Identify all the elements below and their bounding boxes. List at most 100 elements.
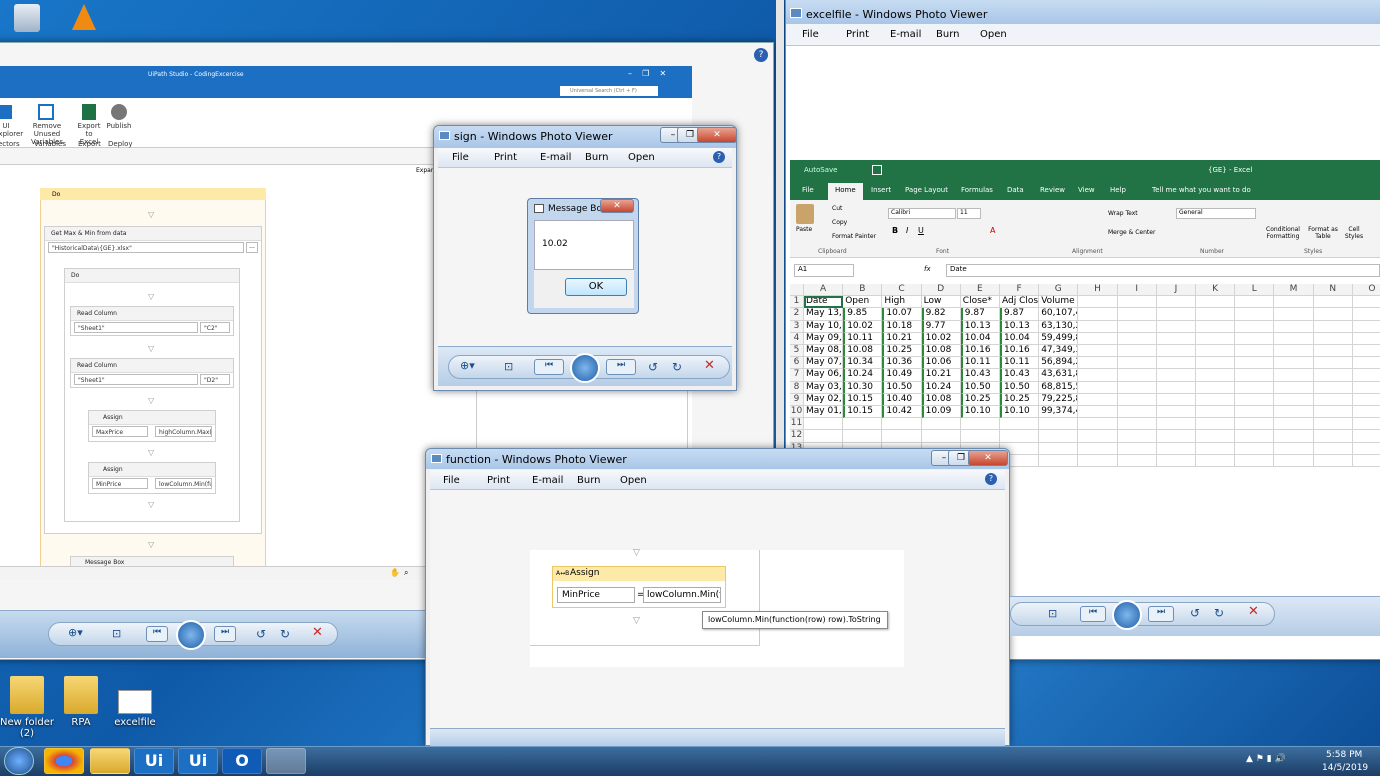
file-path-input[interactable]: "HistoricalData\{GE}.xlsx": [48, 242, 244, 253]
table-cell[interactable]: 10.08: [921, 345, 961, 358]
table-cell[interactable]: [1078, 345, 1118, 358]
row-header[interactable]: 8: [790, 381, 804, 394]
table-cell[interactable]: [1313, 320, 1353, 333]
close-button[interactable]: ✕: [697, 127, 737, 143]
font-size-select[interactable]: 11: [957, 208, 981, 219]
table-cell[interactable]: [1313, 393, 1353, 406]
table-cell[interactable]: [1196, 345, 1236, 358]
zoom-icon[interactable]: ⊕▾: [68, 626, 83, 639]
table-cell[interactable]: [1274, 454, 1314, 467]
previous-icon[interactable]: ⏮: [146, 626, 168, 642]
column-header[interactable]: K: [1196, 284, 1236, 297]
italic-button[interactable]: I: [906, 226, 908, 235]
table-cell[interactable]: [1352, 394, 1380, 406]
row-header[interactable]: 9: [790, 393, 804, 406]
fit-window-icon[interactable]: ⊡: [504, 360, 513, 373]
column-header[interactable]: B: [843, 284, 883, 297]
table-cell[interactable]: [1156, 381, 1196, 394]
merge-center-button[interactable]: Merge & Center: [1108, 229, 1155, 236]
table-cell[interactable]: 10.40: [882, 393, 922, 406]
table-cell[interactable]: [1235, 381, 1275, 394]
close-button[interactable]: ✕: [968, 450, 1008, 466]
table-cell[interactable]: [882, 418, 922, 431]
ok-button[interactable]: OK: [565, 278, 627, 296]
table-cell[interactable]: [1352, 357, 1380, 370]
column-header[interactable]: M: [1274, 284, 1314, 297]
spreadsheet-grid[interactable]: A B C D E F G H I J K L M N O 1 Date Open High Low Close* Adj…: [790, 284, 1380, 467]
table-cell[interactable]: [1235, 393, 1275, 406]
table-cell[interactable]: [1274, 430, 1314, 443]
clock-date[interactable]: 14/5/2019: [1322, 763, 1368, 773]
table-cell[interactable]: 99,374,400: [1039, 406, 1079, 419]
table-cell[interactable]: [960, 430, 1000, 443]
table-cell[interactable]: [1156, 442, 1196, 455]
table-cell[interactable]: [1156, 357, 1196, 370]
rotate-left-icon[interactable]: ↺: [1190, 606, 1200, 620]
delete-icon[interactable]: ✕: [1248, 604, 1259, 619]
table-cell[interactable]: [1274, 381, 1314, 394]
table-cell[interactable]: [1117, 296, 1157, 309]
table-cell[interactable]: 10.25: [960, 393, 1000, 406]
row-header[interactable]: 2: [790, 308, 804, 321]
fit-window-icon[interactable]: ⊡: [112, 627, 121, 640]
table-cell[interactable]: [1235, 430, 1275, 443]
table-cell[interactable]: [1156, 369, 1196, 382]
rotate-right-icon[interactable]: ↻: [1214, 606, 1224, 620]
table-cell[interactable]: [1196, 418, 1236, 431]
table-cell[interactable]: Adj Close*: [1000, 296, 1040, 309]
table-cell[interactable]: [1078, 381, 1118, 394]
table-cell[interactable]: 10.04: [960, 332, 1000, 345]
table-cell[interactable]: [1274, 369, 1314, 382]
paste-icon[interactable]: [796, 204, 814, 224]
table-cell[interactable]: 10.25: [882, 345, 922, 358]
menu-print[interactable]: Print: [494, 152, 517, 163]
table-cell[interactable]: 10.11: [960, 357, 1000, 370]
table-cell[interactable]: [1039, 430, 1079, 443]
row-header[interactable]: 7: [790, 369, 804, 382]
table-cell[interactable]: [1039, 442, 1079, 455]
table-cell[interactable]: [1196, 430, 1236, 443]
column-header[interactable]: D: [921, 284, 961, 297]
read-column-2-sheet[interactable]: "Sheet1": [74, 374, 198, 385]
cut-button[interactable]: Cut: [832, 205, 842, 212]
table-cell[interactable]: [1196, 320, 1236, 333]
table-cell[interactable]: May 01, 2019: [804, 406, 844, 419]
table-cell[interactable]: 10.36: [882, 357, 922, 370]
table-cell[interactable]: 10.16: [960, 345, 1000, 358]
table-cell[interactable]: 10.24: [843, 369, 883, 382]
assign-2-value[interactable]: lowColumn.Min(fu: [155, 478, 212, 489]
table-cell[interactable]: [1235, 369, 1275, 382]
table-cell[interactable]: 10.21: [882, 332, 922, 345]
copy-button[interactable]: Copy: [832, 219, 847, 226]
zoom-icon[interactable]: ⊕▾: [460, 359, 475, 372]
table-cell[interactable]: [1117, 430, 1157, 443]
table-cell[interactable]: 47,349,300: [1039, 345, 1079, 358]
fit-window-icon[interactable]: ⊡: [1048, 607, 1057, 620]
column-header[interactable]: O: [1352, 284, 1380, 297]
table-cell[interactable]: [1117, 345, 1157, 358]
table-cell[interactable]: May 06, 2019: [804, 369, 844, 382]
help-icon[interactable]: ?: [754, 48, 768, 62]
desktop-icon-excelfile[interactable]: excelfile: [100, 676, 170, 728]
rotate-left-icon[interactable]: ↺: [256, 627, 266, 641]
tab-view[interactable]: View: [1078, 186, 1095, 194]
table-cell[interactable]: [1235, 357, 1275, 370]
previous-icon[interactable]: ⏮: [1080, 606, 1106, 622]
table-cell[interactable]: May 10, 2019: [804, 320, 844, 333]
next-icon[interactable]: ⏭: [214, 626, 236, 642]
table-cell[interactable]: 9.77: [921, 320, 961, 333]
table-cell[interactable]: 10.08: [921, 393, 961, 406]
table-cell[interactable]: [1352, 321, 1380, 333]
table-cell[interactable]: Close*: [960, 296, 1000, 309]
assign-1-to[interactable]: MaxPrice: [92, 426, 148, 437]
table-cell[interactable]: [1117, 393, 1157, 406]
tab-home[interactable]: Home: [828, 183, 863, 200]
table-cell[interactable]: [1274, 442, 1314, 455]
tray-icons[interactable]: ▲ ⚑ ▮ 🔊: [1246, 754, 1286, 764]
table-cell[interactable]: 10.15: [843, 406, 883, 419]
table-cell[interactable]: 79,225,800: [1039, 393, 1079, 406]
table-cell[interactable]: Low: [921, 296, 961, 309]
table-cell[interactable]: [1352, 296, 1380, 309]
start-button[interactable]: [4, 747, 34, 775]
tab-help[interactable]: Help: [1110, 186, 1126, 194]
